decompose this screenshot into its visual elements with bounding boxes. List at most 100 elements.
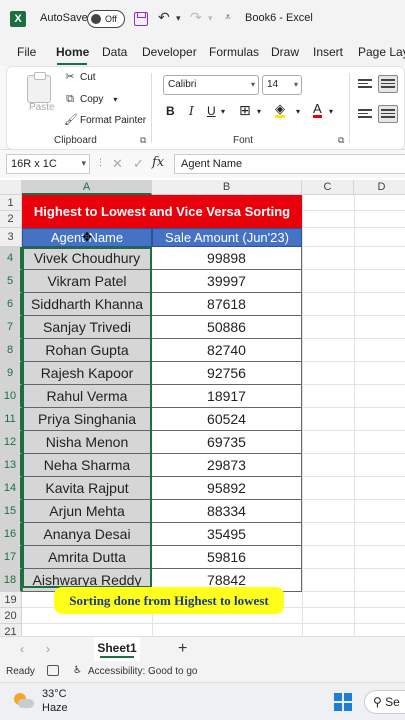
align-top-icon[interactable] xyxy=(358,77,374,91)
italic-button[interactable]: I xyxy=(189,104,194,118)
tab-insert[interactable]: Insert xyxy=(313,45,343,59)
row-header[interactable]: 10 xyxy=(0,385,22,408)
copy-button[interactable]: ⧉ Copy ▾ xyxy=(64,93,117,105)
add-sheet-icon[interactable]: + xyxy=(178,640,187,658)
paste-icon[interactable] xyxy=(27,72,51,103)
tab-file[interactable]: File xyxy=(17,45,36,59)
row-header[interactable]: 13 xyxy=(0,454,22,477)
select-all-corner[interactable] xyxy=(0,180,22,195)
align-left-icon[interactable] xyxy=(358,107,374,121)
redo-dropdown-icon[interactable]: ▾ xyxy=(208,13,213,24)
cell-agent-name[interactable]: Ananya Desai xyxy=(22,523,152,546)
row-header[interactable]: 1 xyxy=(0,195,22,211)
cell-agent-name[interactable]: Siddharth Khanna xyxy=(22,293,152,316)
row-header[interactable]: 20 xyxy=(0,608,22,624)
row-header[interactable]: 5 xyxy=(0,270,22,293)
cell-agent-name[interactable]: Nisha Menon xyxy=(22,431,152,454)
cell-agent-name[interactable]: Rajesh Kapoor xyxy=(22,362,152,385)
undo-icon[interactable]: ↶ xyxy=(158,9,170,26)
paste-button[interactable]: Paste xyxy=(29,102,55,113)
column-header-c[interactable]: C xyxy=(302,180,354,195)
cell-agent-name[interactable]: Sanjay Trivedi xyxy=(22,316,152,339)
cell-agent-name[interactable]: Arjun Mehta xyxy=(22,500,152,523)
cell-sale-amount[interactable]: 59816 xyxy=(152,546,302,569)
more-options-icon[interactable]: ⋮ xyxy=(96,157,105,168)
cell-agent-name[interactable]: Kavita Rajput xyxy=(22,477,152,500)
autosave-toggle[interactable]: Off xyxy=(87,10,125,28)
font-name-select[interactable]: Calibri ▾ xyxy=(163,75,259,95)
tab-draw[interactable]: Draw xyxy=(271,45,299,59)
row-header[interactable]: 12 xyxy=(0,431,22,454)
cell-sale-amount[interactable]: 82740 xyxy=(152,339,302,362)
formula-input[interactable]: Agent Name xyxy=(174,154,405,174)
cell-sale-amount[interactable]: 18917 xyxy=(152,385,302,408)
row-header[interactable]: 2 xyxy=(0,211,22,228)
row-header[interactable]: 4 xyxy=(0,247,22,270)
cell-sale-amount[interactable]: 35495 xyxy=(152,523,302,546)
row-header[interactable]: 11 xyxy=(0,408,22,431)
accessibility-status[interactable]: Accessibility: Good to go xyxy=(88,666,198,677)
cell-sale-amount[interactable]: 92756 xyxy=(152,362,302,385)
font-size-select[interactable]: 14 ▾ xyxy=(262,75,302,95)
fill-color-dropdown-icon[interactable]: ▾ xyxy=(296,107,300,116)
cell-sale-amount[interactable]: 99898 xyxy=(152,247,302,270)
tab-page-layout[interactable]: Page Layo xyxy=(358,45,405,59)
insert-function-button[interactable]: fx xyxy=(152,155,164,170)
cell-agent-name[interactable]: Amrita Dutta xyxy=(22,546,152,569)
header-sale-amount[interactable]: Sale Amount (Jun'23) xyxy=(152,228,302,247)
row-header[interactable]: 17 xyxy=(0,546,22,569)
cell-sale-amount[interactable]: 39997 xyxy=(152,270,302,293)
row-header[interactable]: 19 xyxy=(0,592,22,608)
weather-temperature[interactable]: 33°C xyxy=(42,688,67,700)
borders-dropdown-icon[interactable]: ▾ xyxy=(257,107,261,116)
macro-record-icon[interactable] xyxy=(47,665,59,676)
cell-agent-name[interactable]: Rahul Verma xyxy=(22,385,152,408)
sheet-tab-sheet1[interactable]: Sheet1 xyxy=(94,637,140,661)
taskbar-search[interactable]: ⚲ Se xyxy=(364,690,405,714)
weather-condition[interactable]: Haze xyxy=(42,702,68,714)
font-color-dropdown-icon[interactable]: ▾ xyxy=(329,107,333,116)
row-header[interactable]: 9 xyxy=(0,362,22,385)
cell-agent-name[interactable]: Priya Singhania xyxy=(22,408,152,431)
tab-formulas[interactable]: Formulas xyxy=(209,45,259,59)
clipboard-launcher-icon[interactable]: ⧉ xyxy=(140,135,146,146)
weather-haze-icon[interactable] xyxy=(12,691,34,711)
accessibility-icon[interactable]: ♿ xyxy=(73,665,82,676)
tab-home[interactable]: Home xyxy=(56,45,89,59)
column-header-d[interactable]: D xyxy=(354,180,405,195)
row-header[interactable]: 6 xyxy=(0,293,22,316)
underline-button[interactable]: U xyxy=(207,104,216,118)
redo-icon[interactable]: ↷ xyxy=(190,9,202,26)
row-header[interactable]: 14 xyxy=(0,477,22,500)
cell-sale-amount[interactable]: 60524 xyxy=(152,408,302,431)
name-box[interactable]: 16R x 1C ▾ xyxy=(6,154,90,174)
align-middle-icon[interactable] xyxy=(378,75,398,93)
copy-dropdown-icon[interactable]: ▾ xyxy=(113,95,117,104)
row-header[interactable]: 3 xyxy=(0,228,22,247)
enter-icon[interactable]: ✓ xyxy=(133,156,144,172)
prev-sheet-icon[interactable]: ‹ xyxy=(20,642,24,656)
row-header[interactable]: 15 xyxy=(0,500,22,523)
row-header[interactable]: 8 xyxy=(0,339,22,362)
cut-button[interactable]: ✂ Cut xyxy=(64,71,95,83)
align-center-icon[interactable] xyxy=(378,105,398,123)
underline-dropdown-icon[interactable]: ▾ xyxy=(221,107,225,116)
column-header-b[interactable]: B xyxy=(152,180,302,195)
cell-sale-amount[interactable]: 50886 xyxy=(152,316,302,339)
font-launcher-icon[interactable]: ⧉ xyxy=(338,135,344,146)
tab-developer[interactable]: Developer xyxy=(142,45,197,59)
cell-agent-name[interactable]: Vikram Patel xyxy=(22,270,152,293)
next-sheet-icon[interactable]: › xyxy=(46,642,50,656)
tab-data[interactable]: Data xyxy=(102,45,127,59)
save-icon[interactable] xyxy=(134,12,148,26)
cell-sale-amount[interactable]: 29873 xyxy=(152,454,302,477)
column-header-a[interactable]: A xyxy=(22,180,152,195)
cell-sale-amount[interactable]: 69735 xyxy=(152,431,302,454)
undo-dropdown-icon[interactable]: ▾ xyxy=(176,13,181,24)
cell-sale-amount[interactable]: 88334 xyxy=(152,500,302,523)
cell-agent-name[interactable]: Neha Sharma xyxy=(22,454,152,477)
borders-icon[interactable]: ⊞ xyxy=(239,102,251,119)
cancel-icon[interactable]: ✕ xyxy=(112,156,123,172)
bold-button[interactable]: B xyxy=(166,104,175,118)
fill-color-icon[interactable]: ◈ xyxy=(275,102,285,118)
